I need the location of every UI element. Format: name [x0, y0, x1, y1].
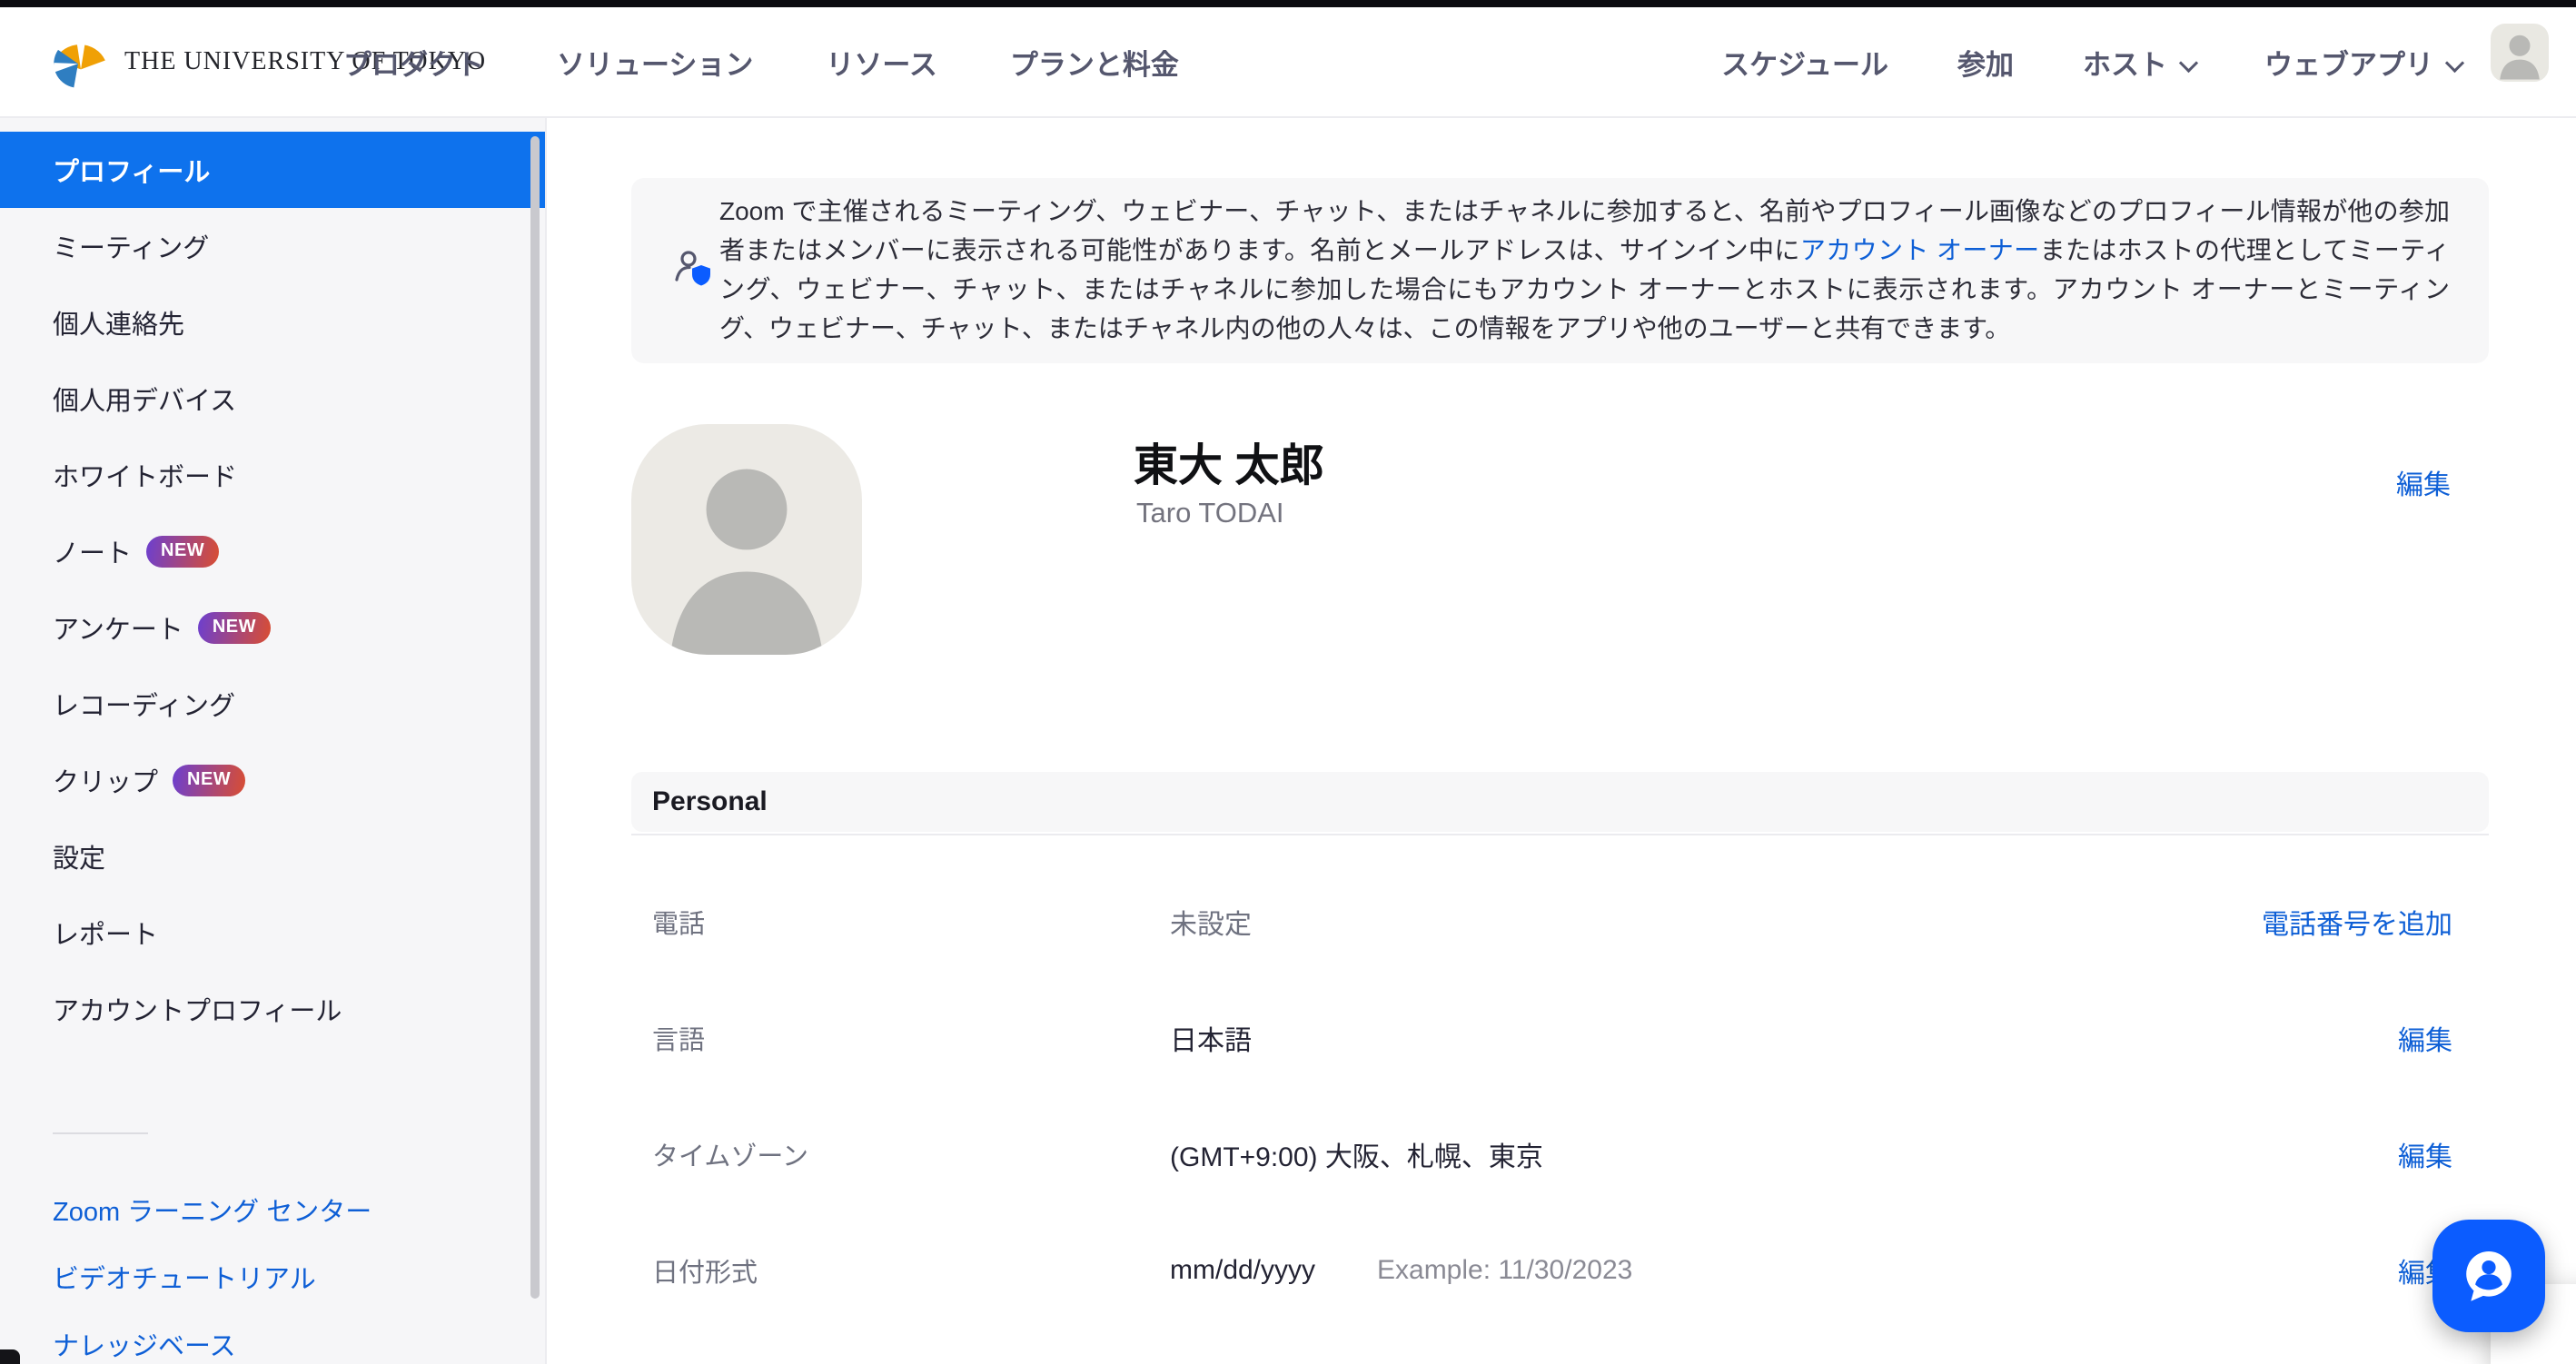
secondary-nav: スケジュール 参加 ホスト ウェブアプリ [1721, 42, 2462, 83]
new-badge: NEW [146, 536, 219, 568]
sidebar-item-label: ノート [53, 532, 132, 570]
person-silhouette-icon [2491, 24, 2549, 82]
profile-edit-link[interactable]: 編集 [2396, 462, 2451, 502]
sidebar-divider [53, 1132, 148, 1134]
sidebar-item-label: プロフィール [53, 151, 210, 189]
sidebar-item[interactable]: ミーティング [0, 208, 545, 284]
personal-row: 日付形式mm/dd/yyyyExample: 11/30/2023編集 [631, 1212, 2489, 1329]
sidebar-item-label: ミーティング [53, 227, 209, 265]
personal-section-title: Personal [652, 786, 768, 817]
support-chat-button[interactable] [2432, 1220, 2545, 1332]
sidebar-item-label: クリップ [53, 761, 158, 799]
section-divider [631, 834, 2489, 835]
top-nav-action[interactable]: スケジュール [1721, 42, 1888, 83]
top-nav-menu[interactable]: ウェブアプリ [2264, 42, 2462, 83]
row-value: 未設定 [1170, 902, 1377, 942]
sidebar-item[interactable]: クリップ NEW [0, 742, 545, 818]
zoom-profile-page: THE UNIVERSITY OF TOKYO プロダクトソリューションリソース… [0, 0, 2576, 1364]
row-action-link[interactable]: 編集 [2398, 1018, 2452, 1058]
ginkgo-leaf-icon [50, 32, 110, 93]
new-badge: NEW [173, 765, 245, 796]
row-value: 日本語 [1170, 1018, 1377, 1058]
sidebar-item-label: 個人連絡先 [53, 303, 184, 341]
sidebar-item-label: ホワイトボード [53, 456, 237, 494]
sidebar-item[interactable]: ノート NEW [0, 513, 545, 589]
chevron-down-icon [2445, 53, 2464, 72]
sidebar-item-label: アカウントプロフィール [53, 990, 342, 1028]
row-label: 日付形式 [652, 1251, 1170, 1290]
profile-name: 東大 太郎 [1134, 430, 1324, 494]
sidebar-item-label: アンケート [53, 608, 183, 647]
top-nav-action[interactable]: 参加 [1957, 42, 2014, 83]
top-nav-menu[interactable]: ホスト [2083, 42, 2195, 83]
settings-sidebar: プロフィールミーティング個人連絡先個人用デバイスホワイトボードノートNEWアンケ… [0, 118, 547, 1364]
sidebar-menu: プロフィールミーティング個人連絡先個人用デバイスホワイトボードノートNEWアンケ… [0, 118, 545, 1047]
sidebar-item-label: 個人用デバイス [53, 380, 236, 418]
top-navigation-bar: THE UNIVERSITY OF TOKYO プロダクトソリューションリソース… [0, 7, 2576, 118]
sidebar-item[interactable]: アンケート NEW [0, 589, 545, 666]
sidebar-footer-links: Zoom ラーニング センタービデオチュートリアルナレッジベース [0, 1176, 545, 1364]
profile-summary: 東大 太郎 Taro TODAI 編集 [631, 424, 2489, 669]
sidebar-footer-link[interactable]: Zoom ラーニング センター [0, 1176, 545, 1243]
person-silhouette-icon [631, 424, 862, 655]
sidebar-item[interactable]: レポート [0, 895, 545, 971]
privacy-notice-text: Zoom で主催されるミーティング、ウェビナー、チャット、またはチャネルに参加す… [719, 192, 2450, 348]
sidebar-footer-link[interactable]: ナレッジベース [0, 1310, 545, 1364]
personal-rows: 電話未設定電話番号を追加言語日本語編集タイムゾーン(GMT+9:00) 大阪、札… [631, 864, 2489, 1329]
row-action-link[interactable]: 編集 [2398, 1134, 2452, 1174]
top-nav-item[interactable]: プランと料金 [1010, 42, 1179, 83]
personal-row: 電話未設定 電話番号を追加 [631, 864, 2489, 980]
chevron-down-icon [2179, 53, 2198, 72]
top-black-strip [0, 0, 2576, 7]
sidebar-footer-link[interactable]: ビデオチュートリアル [0, 1243, 545, 1310]
sidebar-item[interactable]: 個人用デバイス [0, 361, 545, 437]
row-value: (GMT+9:00) 大阪、札幌、東京 [1170, 1134, 1543, 1174]
sidebar-scrollbar[interactable] [530, 136, 540, 1299]
cookie-settings-corner-button[interactable] [0, 1349, 20, 1364]
user-avatar[interactable] [2491, 24, 2549, 82]
profile-main-content: Zoom で主催されるミーティング、ウェビナー、チャット、またはチャネルに参加す… [547, 118, 2576, 1364]
personal-section-header: Personal [631, 772, 2489, 832]
top-nav-item[interactable]: プロダクト [343, 42, 484, 83]
primary-nav: プロダクト ソリューション リソース プランと料金 [343, 42, 1179, 83]
row-label: 電話 [652, 903, 1170, 941]
row-action-link[interactable]: 電話番号を追加 [2262, 902, 2452, 942]
sidebar-item[interactable]: レコーディング [0, 666, 545, 742]
profile-avatar[interactable] [631, 424, 862, 655]
sidebar-item[interactable]: 設定 [0, 818, 545, 895]
row-label: タイムゾーン [652, 1135, 1170, 1173]
personal-row: タイムゾーン(GMT+9:00) 大阪、札幌、東京 編集 [631, 1096, 2489, 1212]
sidebar-item[interactable]: アカウントプロフィール [0, 971, 545, 1047]
privacy-notice-box: Zoom で主催されるミーティング、ウェビナー、チャット、またはチャネルに参加す… [631, 178, 2489, 363]
chat-person-icon [2457, 1244, 2521, 1308]
sidebar-item[interactable]: プロフィール [0, 132, 545, 208]
person-shield-icon [671, 247, 718, 299]
new-badge: NEW [198, 612, 271, 644]
top-nav-item[interactable]: ソリューション [557, 42, 753, 83]
row-example: Example: 11/30/2023 [1377, 1255, 1632, 1286]
top-nav-item[interactable]: リソース [826, 42, 936, 83]
sidebar-item-label: 設定 [53, 837, 105, 875]
sidebar-item-label: レポート [53, 914, 158, 952]
personal-row: 言語日本語 編集 [631, 980, 2489, 1096]
row-label: 言語 [652, 1019, 1170, 1057]
row-value: mm/dd/yyyy [1170, 1255, 1377, 1286]
account-owner-link[interactable]: アカウント オーナー [1800, 236, 2040, 264]
sidebar-item[interactable]: 個人連絡先 [0, 284, 545, 361]
sidebar-item-label: レコーディング [53, 685, 235, 723]
profile-name-romaji: Taro TODAI [1136, 497, 1284, 529]
sidebar-item[interactable]: ホワイトボード [0, 437, 545, 513]
